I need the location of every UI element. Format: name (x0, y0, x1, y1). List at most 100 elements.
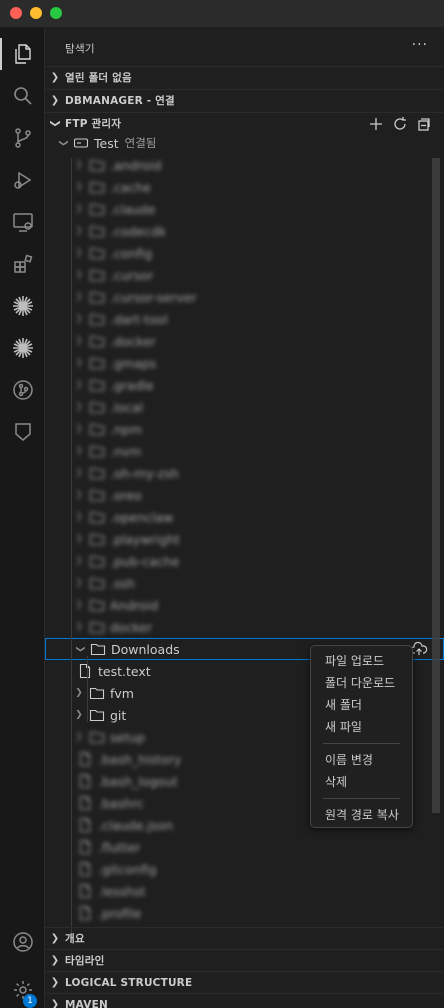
more-actions-icon[interactable]: ··· (412, 37, 428, 53)
context-menu: 파일 업로드 폴더 다운로드 새 폴더 새 파일 이름 변경 삭제 원격 경로 … (310, 645, 413, 828)
extensions-icon[interactable] (0, 244, 45, 284)
tree-item-label: Test (94, 135, 119, 151)
tree-folder[interactable]: ❯ .openclaw (45, 506, 444, 528)
chevron-right-icon[interactable]: ❯ (71, 336, 87, 346)
tree-item-label: .pub-cache (110, 553, 180, 569)
section-logical-structure[interactable]: ❯ LOGICAL STRUCTURE (45, 971, 444, 993)
tree-file[interactable]: .flutter (45, 836, 444, 858)
chevron-right-icon[interactable]: ❯ (71, 534, 87, 544)
tree-folder[interactable]: ❯ .pub-cache (45, 550, 444, 572)
shield-icon[interactable] (0, 412, 45, 452)
chevron-down-icon[interactable]: ❯ (58, 135, 68, 151)
section-dbmanager[interactable]: ❯ DBMANAGER - 연결 (45, 89, 444, 111)
menu-item-new-folder[interactable]: 새 폴더 (311, 694, 412, 716)
menu-item-delete[interactable]: 삭제 (311, 771, 412, 793)
menu-item-copy-remote-path[interactable]: 원격 경로 복사 (311, 804, 412, 826)
folder-icon (87, 729, 107, 745)
chevron-down-icon[interactable]: ❯ (75, 641, 85, 657)
menu-item-upload-file[interactable]: 파일 업로드 (311, 650, 412, 672)
chevron-right-icon[interactable]: ❯ (71, 292, 87, 302)
git-graph-icon[interactable] (0, 370, 45, 410)
tree-file[interactable]: .gitconfig (45, 858, 444, 880)
run-debug-icon[interactable] (0, 160, 45, 200)
chevron-right-icon[interactable]: ❯ (71, 468, 87, 478)
tree-folder[interactable]: ❯ .ssh (45, 572, 444, 594)
chevron-right-icon[interactable]: ❯ (71, 270, 87, 280)
chevron-right-icon[interactable]: ❯ (71, 556, 87, 566)
chevron-right-icon[interactable]: ❯ (71, 622, 87, 632)
chevron-right-icon[interactable]: ❯ (71, 732, 87, 742)
tree-file[interactable]: .profile (45, 902, 444, 924)
burst-icon-2[interactable] (0, 328, 45, 368)
tree-folder[interactable]: ❯ .cursor (45, 264, 444, 286)
tree-folder[interactable]: ❯ .gradle (45, 374, 444, 396)
tree-item-label: .bash_logout (98, 773, 178, 789)
chevron-right-icon[interactable]: ❯ (71, 710, 87, 720)
tree-item-label: .npm (110, 421, 143, 437)
settings-gear-icon[interactable]: 1 (0, 970, 45, 1008)
chevron-right-icon[interactable]: ❯ (71, 358, 87, 368)
close-window-button[interactable] (10, 7, 22, 19)
tree-folder[interactable]: ❯ .local (45, 396, 444, 418)
tree-item-label: .bash_history (98, 751, 182, 767)
tree-folder[interactable]: ❯ .nvm (45, 440, 444, 462)
tree-folder[interactable]: ❯ .npm (45, 418, 444, 440)
tree-folder[interactable]: ❯ .oreo (45, 484, 444, 506)
chevron-right-icon: ❯ (50, 977, 60, 988)
chevron-right-icon[interactable]: ❯ (71, 314, 87, 324)
explorer-icon[interactable] (0, 34, 45, 74)
tree-folder[interactable]: ❯ .claude (45, 198, 444, 220)
chevron-right-icon[interactable]: ❯ (71, 226, 87, 236)
tree-folder[interactable]: ❯ Android (45, 594, 444, 616)
maximize-window-button[interactable] (50, 7, 62, 19)
menu-item-new-file[interactable]: 새 파일 (311, 716, 412, 738)
tree-folder[interactable]: ❯ .codecdk (45, 220, 444, 242)
tree-folder[interactable]: ❯ .playwright (45, 528, 444, 550)
tree-item-label: .claude.json (98, 817, 174, 833)
section-timeline[interactable]: ❯ 타임라인 (45, 949, 444, 971)
account-icon[interactable] (0, 922, 45, 962)
section-ftp[interactable]: ❯ FTP 관리자 (45, 112, 444, 134)
section-open-folders[interactable]: ❯ 열린 폴더 없음 (45, 66, 444, 88)
chevron-right-icon[interactable]: ❯ (71, 490, 87, 500)
tree-folder[interactable]: ❯ .oh-my-zsh (45, 462, 444, 484)
chevron-right-icon[interactable]: ❯ (71, 380, 87, 390)
chevron-right-icon[interactable]: ❯ (71, 446, 87, 456)
tree-file[interactable]: .lesshst (45, 880, 444, 902)
tree-connection-test[interactable]: ❯ Test 연결됨 (45, 132, 444, 154)
chevron-right-icon[interactable]: ❯ (71, 204, 87, 214)
search-icon[interactable] (0, 76, 45, 116)
tree-folder[interactable]: ❯ .cache (45, 176, 444, 198)
chevron-right-icon[interactable]: ❯ (71, 512, 87, 522)
collapse-all-icon[interactable] (416, 116, 432, 132)
section-maven[interactable]: ❯ MAVEN (45, 993, 444, 1008)
tree-folder[interactable]: ❯ .android (45, 154, 444, 176)
tree-folder[interactable]: ❯ .dart-tool (45, 308, 444, 330)
menu-item-rename[interactable]: 이름 변경 (311, 749, 412, 771)
refresh-icon[interactable] (392, 116, 408, 132)
section-title: 타임라인 (65, 955, 105, 967)
tree-folder[interactable]: ❯ .cursor-server (45, 286, 444, 308)
tree-folder[interactable]: ❯ .docker (45, 330, 444, 352)
section-outline[interactable]: ❯ 개요 (45, 927, 444, 949)
chevron-right-icon[interactable]: ❯ (71, 160, 87, 170)
source-control-icon[interactable] (0, 118, 45, 158)
chevron-right-icon[interactable]: ❯ (71, 248, 87, 258)
menu-item-download-folder[interactable]: 폴더 다운로드 (311, 672, 412, 694)
chevron-right-icon[interactable]: ❯ (71, 600, 87, 610)
tree-folder[interactable]: ❯ .gmaps (45, 352, 444, 374)
burst-icon-1[interactable] (0, 286, 45, 326)
folder-icon (87, 223, 107, 239)
activity-bar: 1 (0, 28, 45, 1008)
chevron-right-icon[interactable]: ❯ (71, 402, 87, 412)
tree-scrollbar[interactable] (432, 158, 440, 813)
remote-explorer-icon[interactable] (0, 202, 45, 242)
minimize-window-button[interactable] (30, 7, 42, 19)
tree-folder[interactable]: ❯ docker (45, 616, 444, 638)
tree-folder[interactable]: ❯ .config (45, 242, 444, 264)
chevron-right-icon[interactable]: ❯ (71, 688, 87, 698)
chevron-right-icon[interactable]: ❯ (71, 578, 87, 588)
chevron-right-icon[interactable]: ❯ (71, 182, 87, 192)
chevron-right-icon[interactable]: ❯ (71, 424, 87, 434)
add-connection-icon[interactable] (368, 116, 384, 132)
